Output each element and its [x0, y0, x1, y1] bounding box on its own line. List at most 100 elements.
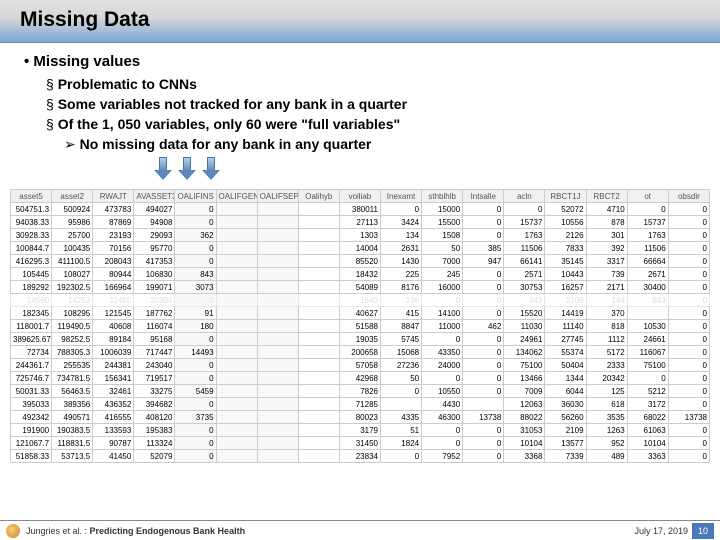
table-cell: 7339 [545, 450, 586, 463]
table-cell: 16257 [545, 281, 586, 294]
table-cell: 15737 [627, 216, 668, 229]
table-cell [298, 424, 339, 437]
table-cell: 20342 [586, 372, 627, 385]
table-cell: 0 [175, 333, 216, 346]
table-cell: 31053 [504, 424, 545, 437]
table-cell: 1006039 [93, 346, 134, 359]
table-cell: 0 [504, 203, 545, 216]
footer-page: 10 [692, 523, 714, 539]
table-cell [298, 333, 339, 346]
table-cell: 1763 [627, 229, 668, 242]
table-row: 3950333893564363523946820712854430120633… [11, 398, 710, 411]
table-cell: 2106 [545, 294, 586, 307]
table-cell: 18432 [339, 268, 380, 281]
table-cell: 2109 [545, 424, 586, 437]
table-cell: 370 [586, 307, 627, 320]
table-row: 94038.3395986878699490802711334241550001… [11, 216, 710, 229]
table-cell [216, 268, 257, 281]
table-cell [257, 398, 298, 411]
table-cell: 389625.67 [11, 333, 52, 346]
table-cell: 1824 [380, 437, 421, 450]
table-cell: 14419 [545, 307, 586, 320]
table-cell: 0 [463, 333, 504, 346]
table-row: 189292192302.516696419907130735408981761… [11, 281, 710, 294]
table-cell: 3424 [380, 216, 421, 229]
table-cell [257, 450, 298, 463]
table-cell: 0 [668, 450, 709, 463]
table-cell: 417353 [134, 255, 175, 268]
table-cell: 4430 [422, 398, 463, 411]
table-cell: 85520 [339, 255, 380, 268]
table-cell: 301 [586, 229, 627, 242]
table-cell: 5212 [627, 385, 668, 398]
table-cell: 394682 [134, 398, 175, 411]
table-cell: 245 [422, 268, 463, 281]
table-cell: 0 [422, 437, 463, 450]
table-cell: 0 [463, 294, 504, 307]
table-cell: 8176 [380, 281, 421, 294]
table-cell: 195383 [134, 424, 175, 437]
data-table-wrap: asset5asset2RWAJTAVASSET3OALIFINSOALIFGE… [0, 189, 720, 463]
table-cell: 7826 [339, 385, 380, 398]
table-cell [216, 411, 257, 424]
table-header-cell: OALIFSEP [257, 190, 298, 203]
table-row: 100844.710043570156957700140042631503851… [11, 242, 710, 255]
table-cell: 0 [668, 242, 709, 255]
table-cell: 0 [668, 333, 709, 346]
table-cell [298, 307, 339, 320]
footer-text: Jungries et al. : Predicting Endogenous … [26, 526, 634, 536]
table-cell: 0 [668, 346, 709, 359]
table-cell [257, 372, 298, 385]
table-cell: 0 [422, 424, 463, 437]
footer-title: Predicting Endogenous Bank Health [90, 526, 246, 536]
title-bar: Missing Data [0, 0, 720, 43]
table-cell: 19035 [339, 333, 380, 346]
table-cell [216, 346, 257, 359]
table-header-cell: RBCT2 [586, 190, 627, 203]
table-cell: 15520 [504, 307, 545, 320]
table-cell: 408120 [134, 411, 175, 424]
footer-date: July 17, 2019 [634, 526, 688, 536]
table-cell: 192302.5 [52, 281, 93, 294]
table-cell: 362 [175, 229, 216, 242]
table-cell [257, 333, 298, 346]
table-cell: 125 [586, 385, 627, 398]
table-cell: 118001.7 [11, 320, 52, 333]
table-cell: 0 [175, 372, 216, 385]
table-cell: 30928.33 [11, 229, 52, 242]
table-cell: 95168 [134, 333, 175, 346]
table-row: 72734788305.3100603971744714493200658150… [11, 346, 710, 359]
table-cell: 2333 [586, 359, 627, 372]
table-cell: 618 [586, 398, 627, 411]
table-cell: 7952 [422, 450, 463, 463]
table-header-cell: sthblhlb [422, 190, 463, 203]
table-cell: 0 [463, 268, 504, 281]
table-cell: 4335 [380, 411, 421, 424]
table-cell: 53713.5 [52, 450, 93, 463]
table-cell: 10104 [504, 437, 545, 450]
table-cell: 180 [175, 320, 216, 333]
table-header-cell: voiliab [339, 190, 380, 203]
table-cell: 0 [668, 320, 709, 333]
table-cell [298, 203, 339, 216]
table-cell: 25700 [52, 229, 93, 242]
table-cell: 0 [463, 229, 504, 242]
table-cell: 30753 [504, 281, 545, 294]
table-cell [298, 294, 339, 307]
table-cell: 725746.7 [11, 372, 52, 385]
table-cell: 187762 [134, 307, 175, 320]
table-cell: 52072 [545, 203, 586, 216]
table-cell: 40608 [93, 320, 134, 333]
table-cell: 66664 [627, 255, 668, 268]
table-cell: 54089 [339, 281, 380, 294]
table-cell: 734781.5 [52, 372, 93, 385]
footer-author: Jungries et al. : [26, 526, 90, 536]
down-arrows [154, 157, 696, 181]
table-cell: 1303 [339, 229, 380, 242]
table-cell: 75100 [504, 359, 545, 372]
table-cell: 818 [586, 320, 627, 333]
table-cell: 0 [668, 203, 709, 216]
table-cell: 15737 [504, 216, 545, 229]
table-cell [298, 281, 339, 294]
table-cell: 50 [380, 372, 421, 385]
